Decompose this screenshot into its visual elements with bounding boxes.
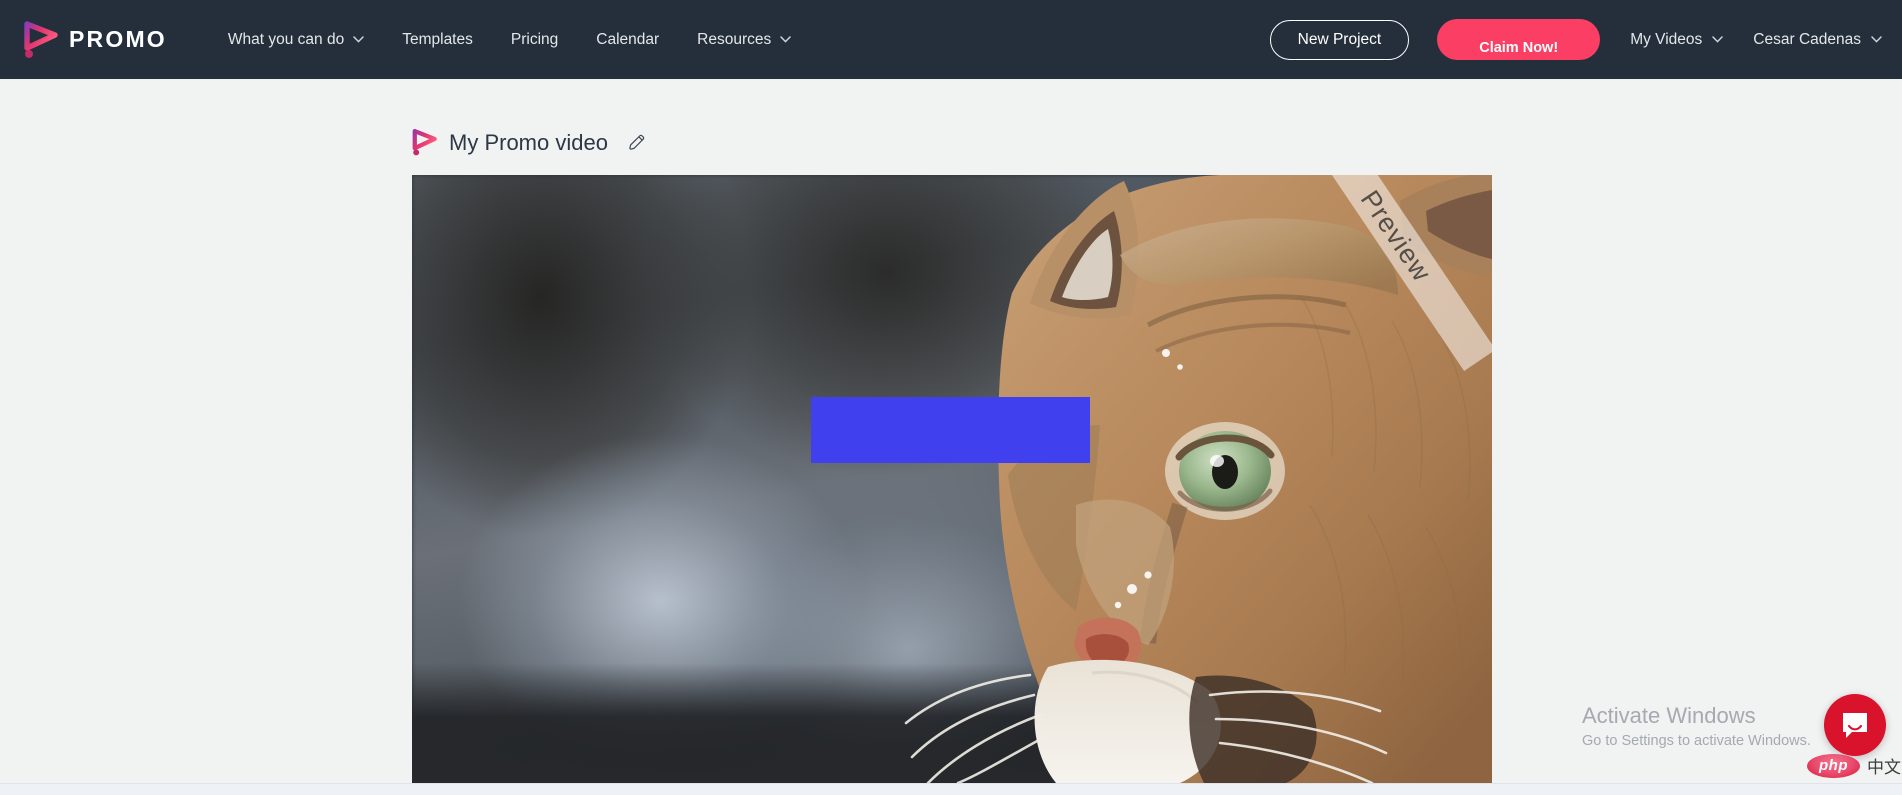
brand-logo[interactable]: PROMO	[22, 20, 167, 59]
cougar-subject-image	[880, 175, 1492, 783]
nav-item-calendar[interactable]: Calendar	[577, 23, 678, 57]
chat-bubble-icon	[1843, 713, 1867, 738]
activate-windows-title: Activate Windows	[1582, 703, 1756, 728]
nav-item-what-you-can-do[interactable]: What you can do	[209, 23, 383, 57]
project-title-row: My Promo video	[411, 129, 646, 156]
blue-overlay-rectangle[interactable]	[811, 397, 1090, 463]
nav-item-pricing[interactable]: Pricing	[492, 23, 577, 57]
account-menu[interactable]: Cesar Cadenas	[1753, 31, 1882, 49]
promo-play-logo-icon	[24, 20, 58, 58]
my-videos-menu[interactable]: My Videos	[1630, 30, 1724, 49]
php-logo-mark: php	[1807, 753, 1860, 778]
my-videos-label: My Videos	[1630, 30, 1703, 48]
php-logo-text: php	[1819, 757, 1848, 774]
nav-item-label: Calendar	[596, 30, 660, 48]
claim-now-label: Claim Now!	[1479, 40, 1559, 56]
chevron-down-icon	[353, 36, 364, 43]
nav-item-templates[interactable]: Templates	[383, 23, 492, 57]
brand-name: PROMO	[69, 26, 167, 52]
bottom-strip	[0, 783, 1902, 795]
nav-item-resources[interactable]: Resources	[678, 23, 810, 57]
new-project-button[interactable]: New Project	[1269, 19, 1410, 60]
activate-windows-watermark: Activate Windows Go to Settings to activ…	[1582, 702, 1811, 749]
intercom-chat-launcher[interactable]	[1824, 694, 1886, 756]
php-logo-chinese-text: 中文网	[1867, 758, 1902, 777]
nav-item-label: Pricing	[510, 30, 559, 48]
chevron-down-icon	[1712, 36, 1724, 43]
promo-play-logo-icon	[412, 129, 437, 156]
nav-item-label: What you can do	[227, 30, 345, 48]
nav-links: What you can do Templates Pricing Calend…	[209, 23, 810, 57]
nav-right-group: New Project Claim Now! My Videos Cesar C…	[1269, 19, 1882, 60]
pencil-icon[interactable]	[627, 133, 646, 152]
nav-item-label: Templates	[402, 30, 473, 48]
video-preview-stage[interactable]: Preview	[412, 175, 1492, 783]
php-site-logo: php 中文网	[1807, 753, 1902, 778]
activate-windows-subtitle: Go to Settings to activate Windows.	[1582, 732, 1811, 749]
claim-now-button[interactable]: Claim Now!	[1437, 19, 1601, 60]
chevron-down-icon	[780, 36, 792, 43]
chevron-down-icon	[1871, 36, 1882, 43]
account-label: Cesar Cadenas	[1753, 30, 1861, 48]
top-navbar: PROMO What you can do Templates Pricing …	[0, 0, 1902, 79]
nav-item-label: Resources	[697, 30, 772, 48]
page-title: My Promo video	[449, 129, 608, 155]
